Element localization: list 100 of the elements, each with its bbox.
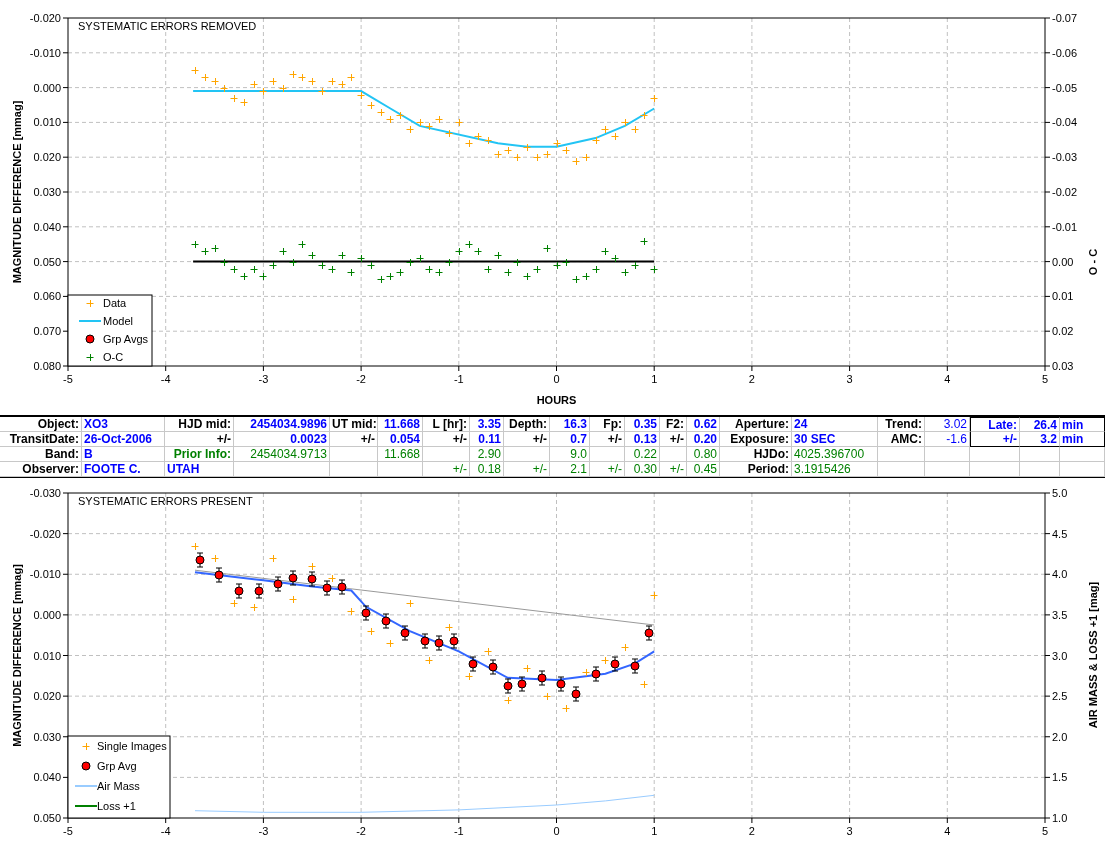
empty-cell — [878, 447, 925, 462]
empty-cell — [330, 447, 378, 462]
chart-title: SYSTEMATIC ERRORS REMOVED — [78, 20, 257, 32]
legend-marker-icon — [75, 785, 97, 787]
axis-tick-label: 0.02 — [1052, 325, 1074, 338]
field-value: 0.80 — [687, 447, 720, 462]
axis-tick-label: 0.060 — [33, 290, 61, 303]
axis-tick-label: 2.0 — [1052, 730, 1068, 743]
axis-tick-label: -0.04 — [1052, 116, 1078, 129]
axis-tick-label: 5 — [1041, 825, 1049, 837]
axis-tick-label: 4 — [944, 373, 951, 385]
legend-marker-icon — [79, 320, 101, 322]
axis-tick-label: 1.0 — [1052, 812, 1068, 824]
empty-cell — [1060, 447, 1105, 462]
field-label: Object: — [0, 417, 82, 432]
axis-tick-label: -0.02 — [1052, 186, 1078, 198]
axis-tick-label: 0.030 — [33, 186, 61, 198]
empty-cell — [590, 447, 625, 462]
axis-tick-label: 0.010 — [33, 116, 61, 129]
axis-tick-label: -3 — [258, 825, 269, 837]
field-value: 30 SEC — [792, 432, 878, 447]
legend-marker-icon — [86, 299, 94, 308]
field-label: L [hr]: — [423, 417, 470, 432]
legend-label: Loss +1 — [97, 800, 136, 812]
axis-tick-label: -0.03 — [1052, 151, 1078, 164]
empty-cell — [330, 462, 378, 477]
axis-title: AIR MASS & LOSS +1 [mag] — [1087, 581, 1099, 729]
field-value: 11.668 — [378, 447, 423, 462]
legend-label: Data — [103, 297, 127, 309]
field-value: B — [82, 447, 165, 462]
field-value: +/- — [590, 462, 625, 477]
legend-marker-icon — [82, 742, 90, 751]
field-value: 3.02 — [925, 417, 970, 432]
axis-tick-label: -0.020 — [29, 527, 61, 540]
legend-marker-icon — [86, 353, 94, 362]
axis-tick-label: 3 — [846, 373, 853, 385]
axis-tick-label: -1 — [453, 373, 464, 385]
axis-title: O - C — [1087, 248, 1099, 276]
axis-tick-label: -0.07 — [1052, 12, 1078, 24]
field-label: Observer: — [0, 462, 82, 477]
axis-tick-label: 0.040 — [33, 220, 61, 233]
field-value: 0.7 — [550, 432, 590, 447]
axis-tick-label: -3 — [258, 373, 269, 385]
field-label: Prior Info: — [165, 447, 234, 462]
axis-tick-label: -5 — [63, 373, 73, 385]
axis-tick-label: 0.020 — [33, 690, 61, 703]
field-value: 24 — [792, 417, 878, 432]
field-value: 0.18 — [470, 462, 504, 477]
axis-tick-label: 5.0 — [1052, 487, 1068, 499]
empty-cell — [1060, 462, 1105, 477]
empty-cell — [878, 462, 925, 477]
field-value: 11.668 — [378, 417, 423, 432]
legend-label: Model — [103, 315, 133, 327]
empty-cell — [925, 447, 970, 462]
axis-tick-label: 3 — [846, 825, 853, 837]
legend-label: Air Mass — [97, 780, 140, 792]
axis-tick-label: 0.040 — [33, 771, 61, 784]
field-label: HJD mid: — [165, 417, 234, 432]
axis-tick-label: 0.070 — [33, 325, 61, 338]
field-value: 0.11 — [470, 432, 504, 447]
axis-tick-label: 1 — [651, 373, 658, 385]
field-value: 0.22 — [625, 447, 660, 462]
empty-cell — [1020, 462, 1060, 477]
field-value: +/- — [504, 462, 550, 477]
field-value: 0.054 — [378, 432, 423, 447]
field-label: Aperture: — [720, 417, 792, 432]
field-value: 0.0023 — [234, 432, 330, 447]
field-label: +/- — [330, 432, 378, 447]
axis-tick-label: 0 — [553, 373, 560, 385]
legend-marker-icon — [75, 805, 97, 807]
field-value: 3.35 — [470, 417, 504, 432]
axis-tick-label: 4.5 — [1052, 527, 1068, 540]
axis-tick-label: -0.06 — [1052, 46, 1078, 59]
field-value: 3.1915426 — [792, 462, 878, 477]
empty-cell — [504, 447, 550, 462]
field-label: AMC: — [878, 432, 925, 447]
field-label: UT mid: — [330, 417, 378, 432]
axis-tick-label: 2 — [748, 373, 755, 385]
field-value: 4025.396700 — [792, 447, 878, 462]
axis-tick-label: 0.03 — [1052, 360, 1074, 372]
axis-tick-label: 0.080 — [33, 360, 61, 372]
axis-tick-label: 2 — [748, 825, 755, 837]
axis-tick-label: 3.5 — [1052, 608, 1068, 621]
axis-tick-label: 1.5 — [1052, 771, 1068, 784]
field-value: 26-Oct-2006 — [82, 432, 165, 447]
field-value: +/- — [660, 462, 687, 477]
axis-tick-label: -1 — [453, 825, 464, 837]
axis-tick-label: -0.030 — [29, 487, 61, 499]
axis-title: MAGNITUDE DIFFERENCE [mmag] — [11, 564, 23, 747]
field-value: 26.4 — [1020, 417, 1060, 432]
field-value: 16.3 — [550, 417, 590, 432]
chart-title: SYSTEMATIC ERRORS PRESENT — [78, 495, 253, 507]
axis-tick-label: -0.020 — [29, 12, 61, 24]
legend-label: Grp Avg — [97, 760, 137, 772]
legend-label: Grp Avgs — [103, 333, 149, 345]
field-label: Depth: — [504, 417, 550, 432]
axis-tick-label: 0.050 — [33, 812, 61, 824]
axis-tick-label: -2 — [356, 373, 366, 385]
axis-tick-label: -4 — [160, 825, 171, 837]
axis-tick-label: 1 — [651, 825, 658, 837]
